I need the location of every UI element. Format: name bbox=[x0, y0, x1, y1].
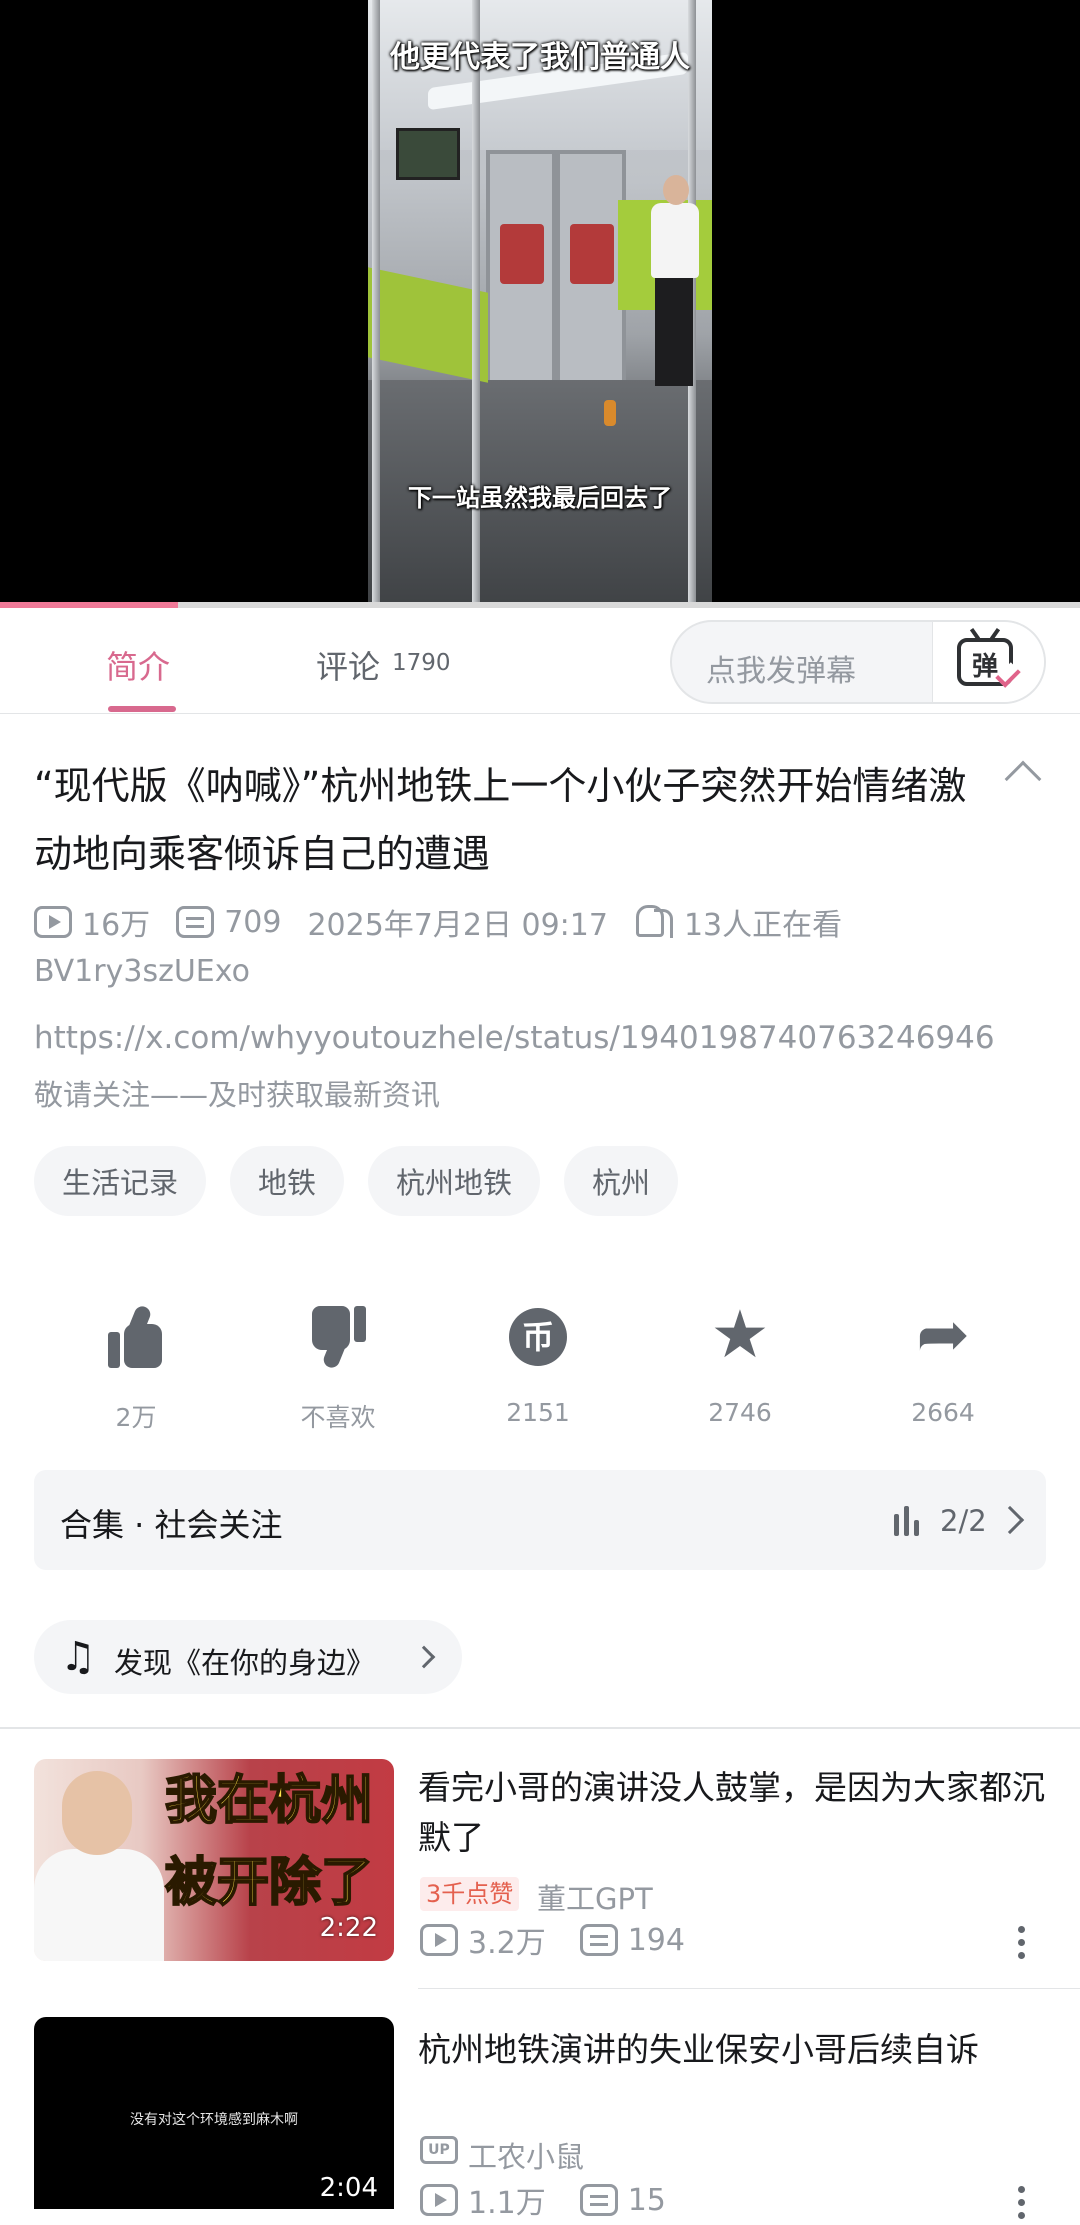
uploader-name[interactable]: 工农小鼠 bbox=[468, 2134, 584, 2176]
chevron-right-icon bbox=[995, 1505, 1025, 1535]
music-note-icon: ♫ bbox=[60, 1634, 96, 1680]
music-label: 发现《在你的身边》 bbox=[114, 1646, 376, 1680]
share-button[interactable]: ➦ 2664 bbox=[873, 1298, 1013, 1427]
danmaku-input[interactable]: 点我发弹幕 弹 bbox=[670, 620, 1046, 704]
play-count-icon bbox=[34, 906, 72, 938]
related-video-title[interactable]: 看完小哥的演讲没人鼓掌，是因为大家都沉默了 bbox=[418, 1763, 1048, 1863]
tab-intro-underline bbox=[108, 706, 176, 712]
related-video-thumbnail[interactable]: 我在杭州 被开除了 2:22 bbox=[34, 1759, 394, 1961]
video-duration: 2:04 bbox=[319, 2173, 378, 2203]
tag-list: 生活记录 地铁 杭州地铁 杭州 bbox=[34, 1146, 679, 1216]
tab-comments[interactable]: 评论 bbox=[316, 642, 380, 688]
star-icon: ★ bbox=[710, 1296, 770, 1373]
thumbnail-person bbox=[62, 1771, 132, 1855]
uploader-name[interactable]: 董工GPT bbox=[537, 1876, 653, 1918]
video-scene-seat bbox=[368, 267, 488, 383]
view-count: 1.1万 bbox=[468, 2186, 546, 2221]
video-title: “现代版《呐喊》”杭州地铁上一个小伙子突然开始情绪激动地向乘客倾诉自己的遭遇 bbox=[34, 764, 967, 876]
related-video-stats: 1.1万 15 bbox=[420, 2180, 666, 2221]
coin-icon: 币 bbox=[506, 1306, 570, 1368]
watching-count: 13人正在看 bbox=[683, 908, 843, 943]
danmaku-placeholder[interactable]: 点我发弹幕 bbox=[706, 646, 856, 690]
row-separator bbox=[418, 1988, 1080, 1989]
description-url[interactable]: https://x.com/whyyoutouzhele/status/1940… bbox=[34, 1020, 995, 1056]
chevron-right-icon bbox=[412, 1645, 436, 1669]
view-count: 3.2万 bbox=[468, 1926, 546, 1961]
share-icon: ➦ bbox=[916, 1298, 970, 1372]
up-icon: UP bbox=[420, 2136, 458, 2164]
video-frame[interactable]: 他更代表了我们普通人 下一站虽然我最后回去了 bbox=[368, 0, 712, 608]
tab-intro[interactable]: 简介 bbox=[106, 642, 170, 688]
play-count-icon bbox=[420, 1924, 458, 1956]
view-count: 16万 bbox=[82, 908, 151, 943]
thumbnail-text: 被开除了 bbox=[164, 1852, 374, 1914]
danmaku-count: 194 bbox=[627, 1922, 685, 1958]
tag-chip[interactable]: 杭州地铁 bbox=[368, 1146, 541, 1216]
video-subtitle-top: 他更代表了我们普通人 bbox=[390, 40, 690, 75]
danmaku-count: 709 bbox=[224, 904, 282, 940]
tag-chip[interactable]: 地铁 bbox=[230, 1146, 345, 1216]
coin-count: 2151 bbox=[506, 1398, 570, 1427]
tab-comments-count[interactable]: 1790 bbox=[392, 650, 451, 676]
video-player[interactable]: 他更代表了我们普通人 下一站虽然我最后回去了 bbox=[0, 0, 1080, 608]
like-count: 2万 bbox=[115, 1403, 157, 1432]
like-badge: 3千点赞 bbox=[420, 1877, 520, 1911]
danmaku-count: 15 bbox=[627, 2182, 666, 2218]
like-button[interactable]: 2万 bbox=[66, 1304, 206, 1434]
favorite-count: 2746 bbox=[708, 1398, 772, 1427]
danmaku-toggle-button[interactable]: 弹 bbox=[932, 622, 1044, 702]
dislike-label: 不喜欢 bbox=[300, 1403, 376, 1432]
play-count-icon bbox=[420, 2184, 458, 2216]
video-scene-person bbox=[651, 203, 699, 278]
video-scene-person bbox=[655, 276, 693, 386]
publish-date: 2025年7月2日 09:17 bbox=[307, 908, 608, 943]
video-scene-person bbox=[663, 175, 689, 205]
more-options-icon[interactable] bbox=[1018, 1926, 1026, 1965]
related-video-thumbnail[interactable]: 没有对这个环境感到麻木啊 2:04 bbox=[34, 2017, 394, 2209]
tag-chip[interactable]: 杭州 bbox=[564, 1146, 679, 1216]
video-scene-bottle bbox=[604, 400, 616, 426]
tab-bar: 简介 评论 1790 点我发弹幕 弹 bbox=[0, 608, 1080, 714]
tag-chip[interactable]: 生活记录 bbox=[34, 1146, 207, 1216]
video-duration: 2:22 bbox=[319, 1913, 378, 1943]
thumbs-up-icon bbox=[104, 1304, 168, 1368]
collection-progress: 2/2 bbox=[940, 1504, 987, 1538]
coin-button[interactable]: 币 2151 bbox=[468, 1306, 608, 1427]
related-video-title[interactable]: 杭州地铁演讲的失业保安小哥后续自诉 bbox=[418, 2025, 1048, 2075]
description-text: 敬请关注——及时获取最新资讯 bbox=[34, 1078, 441, 1112]
dislike-button[interactable]: 不喜欢 bbox=[268, 1306, 408, 1434]
video-meta-row: 16万 709 2025年7月2日 09:17 13人正在看 bbox=[34, 902, 843, 943]
favorite-button[interactable]: ★ 2746 bbox=[670, 1296, 810, 1428]
video-scene-screen bbox=[396, 128, 460, 180]
related-video-stats: 3.2万 194 bbox=[420, 1920, 685, 1961]
video-scene-pole bbox=[472, 0, 480, 608]
section-divider bbox=[0, 1727, 1080, 1729]
thumbnail-caption: 没有对这个环境感到麻木啊 bbox=[130, 2112, 298, 2128]
share-count: 2664 bbox=[911, 1398, 975, 1427]
playing-bars-icon bbox=[894, 1506, 928, 1536]
more-options-icon[interactable] bbox=[1018, 2186, 1026, 2225]
video-scene-door bbox=[556, 150, 626, 400]
chevron-up-icon[interactable] bbox=[1004, 760, 1042, 798]
collection-card[interactable]: 合集 · 社会关注 2/2 bbox=[34, 1470, 1046, 1570]
danmaku-count-icon bbox=[579, 2184, 618, 2216]
watching-people-icon bbox=[634, 905, 674, 939]
video-scene-door bbox=[486, 150, 556, 400]
danmaku-count-icon bbox=[579, 1924, 618, 1956]
thumbs-down-icon bbox=[306, 1306, 370, 1370]
bvid[interactable]: BV1ry3szUExo bbox=[34, 954, 250, 989]
music-discover-chip[interactable]: ♫ 发现《在你的身边》 bbox=[34, 1620, 462, 1694]
video-scene-pole bbox=[372, 0, 380, 608]
thumbnail-text: 我在杭州 bbox=[164, 1770, 374, 1832]
collection-label: 合集 · 社会关注 bbox=[60, 1506, 283, 1544]
video-subtitle-bottom: 下一站虽然我最后回去了 bbox=[408, 484, 672, 512]
danmaku-count-icon bbox=[176, 906, 215, 938]
